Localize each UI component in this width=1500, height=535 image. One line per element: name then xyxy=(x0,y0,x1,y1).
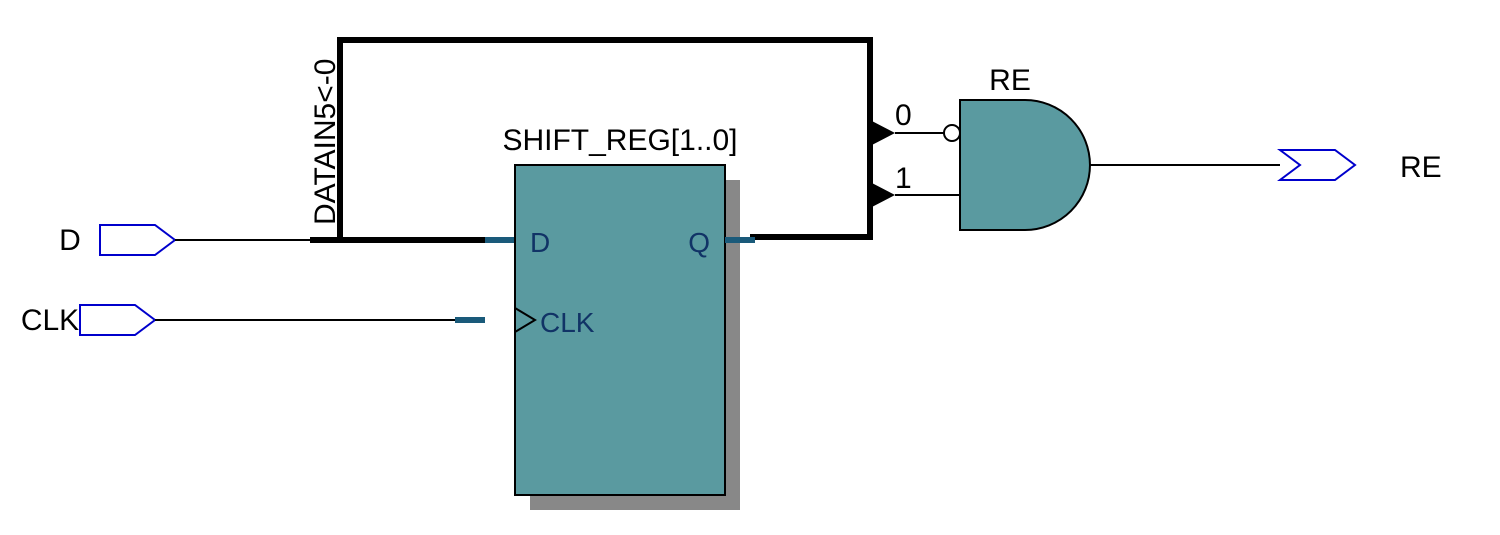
register-name: SHIFT_REG[1..0] xyxy=(502,124,737,157)
gate-input1-label: 1 xyxy=(895,162,912,195)
and-gate-re: RE xyxy=(944,64,1090,230)
output-re-label: RE xyxy=(1400,151,1442,184)
bus-tap-1 xyxy=(870,182,895,208)
input-clk-symbol xyxy=(80,305,155,335)
gate-input0-label: 0 xyxy=(895,99,912,132)
input-d-label: D xyxy=(59,224,81,257)
register-clk-port: CLK xyxy=(540,307,595,338)
gate-name: RE xyxy=(989,64,1031,97)
and-gate-body xyxy=(960,100,1090,230)
inversion-bubble xyxy=(944,125,960,141)
register-q-port: Q xyxy=(688,227,710,258)
output-re-symbol xyxy=(1280,150,1355,180)
input-port-clk: CLK xyxy=(21,304,155,337)
input-port-d: D xyxy=(59,224,175,257)
schematic-canvas: D CLK DATAIN5<-0 SHIFT_REG[1..0] D Q CLK… xyxy=(0,0,1500,535)
register-d-port: D xyxy=(530,227,550,258)
input-d-symbol xyxy=(100,225,175,255)
bus-tap-0 xyxy=(870,120,895,146)
output-port-re: RE xyxy=(1280,150,1442,184)
input-clk-label: CLK xyxy=(21,304,79,337)
